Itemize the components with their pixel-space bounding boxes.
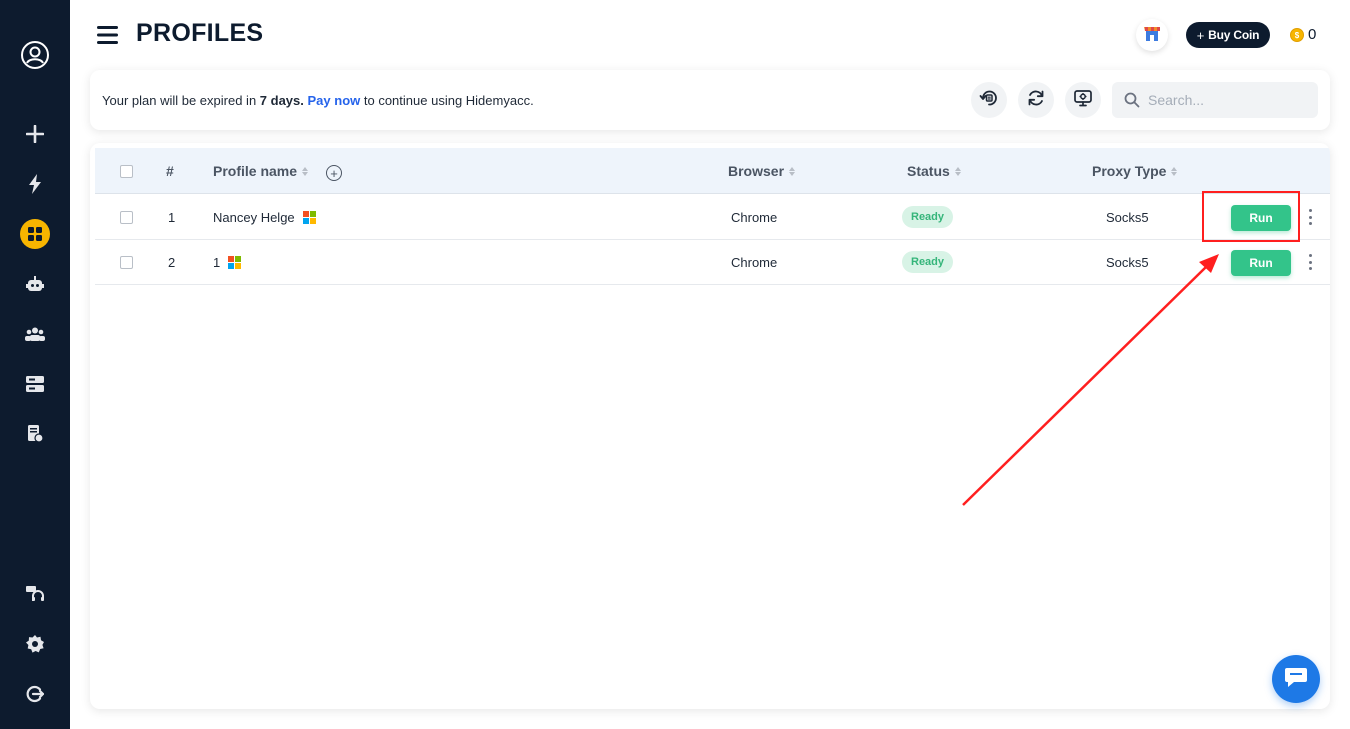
column-header-status[interactable]: Status — [907, 163, 961, 179]
status-badge: Ready — [902, 206, 954, 228]
search-input[interactable] — [1148, 92, 1298, 108]
coin-balance: 0 — [1308, 26, 1317, 43]
column-header-browser[interactable]: Browser — [728, 163, 796, 179]
proxy-type-header-label: Proxy Type — [1092, 163, 1167, 179]
windows-logo-icon — [302, 211, 316, 225]
proxy-type-cell: Socks5 — [1106, 255, 1149, 270]
sort-icon — [302, 166, 309, 176]
status-badge: Ready — [902, 251, 954, 273]
support-headset-icon[interactable] — [17, 576, 53, 612]
pay-now-link[interactable]: Pay now — [308, 93, 361, 108]
restore-profile-button[interactable] — [971, 82, 1007, 118]
sort-icon — [1171, 166, 1178, 176]
refresh-icon — [1026, 88, 1046, 113]
server-icon[interactable] — [17, 366, 53, 402]
sort-icon — [954, 166, 961, 176]
notice-suffix: to continue using Hidemyacc. — [360, 93, 534, 108]
hamburger-menu-icon[interactable] — [97, 25, 119, 45]
column-header-profile-name[interactable]: Profile name — [213, 163, 309, 179]
plan-expiry-notice: Your plan will be expired in 7 days. Pay… — [102, 93, 534, 108]
table-row[interactable]: 1 Nancey Helge Chrome Ready Socks5 Run — [95, 195, 1330, 240]
plus-icon: + — [1196, 27, 1205, 43]
search-box[interactable] — [1112, 82, 1318, 118]
row-index: 1 — [168, 210, 176, 225]
profile-name: Nancey Helge — [213, 210, 295, 225]
robot-icon[interactable] — [17, 266, 53, 302]
team-icon[interactable] — [17, 316, 53, 352]
browser-cell: Chrome — [731, 255, 778, 270]
plan-notice-bar: Your plan will be expired in 7 days. Pay… — [90, 70, 1330, 130]
profiles-table: # Profile name + Browser Status Proxy Ty… — [90, 143, 1330, 709]
profiles-grid-icon[interactable] — [17, 216, 53, 252]
row-index: 2 — [168, 255, 176, 270]
logout-icon[interactable] — [17, 676, 53, 712]
row-checkbox[interactable] — [120, 256, 133, 269]
search-icon — [1124, 92, 1140, 108]
invoice-icon[interactable] — [17, 416, 53, 452]
windows-logo-icon — [228, 256, 242, 270]
page-title: PROFILES — [136, 19, 264, 47]
browser-cell: Chrome — [731, 210, 778, 225]
account-avatar-icon[interactable] — [17, 37, 53, 73]
chat-bubble-icon — [1284, 666, 1308, 693]
run-button[interactable]: Run — [1231, 250, 1291, 276]
select-all-checkbox[interactable] — [120, 165, 133, 178]
table-header: # Profile name + Browser Status Proxy Ty… — [95, 148, 1330, 194]
create-profile-plus-icon[interactable] — [17, 116, 53, 152]
status-header-label: Status — [907, 163, 950, 179]
profile-name-header-label: Profile name — [213, 163, 298, 179]
profile-name-cell[interactable]: 1 — [213, 255, 242, 270]
chat-support-button[interactable] — [1272, 655, 1320, 703]
sort-icon — [789, 166, 796, 176]
add-column-plus-icon[interactable]: + — [326, 165, 342, 181]
profile-name: 1 — [213, 255, 221, 270]
coin-icon: $ — [1290, 28, 1304, 42]
notice-prefix: Your plan will be expired in — [102, 93, 260, 108]
column-header-index: # — [166, 163, 174, 179]
browser-header-label: Browser — [728, 163, 785, 179]
more-options-icon[interactable] — [1305, 207, 1315, 227]
store-button[interactable] — [1136, 19, 1168, 51]
sidebar — [0, 0, 70, 729]
table-row[interactable]: 2 1 Chrome Ready Socks5 Run — [95, 240, 1330, 285]
monitor-gear-icon — [1073, 88, 1093, 113]
annotation-highlight-box — [1202, 191, 1300, 242]
buy-coin-label: Buy Coin — [1208, 28, 1260, 42]
proxy-type-cell: Socks5 — [1106, 210, 1149, 225]
column-header-proxy-type[interactable]: Proxy Type — [1092, 163, 1178, 179]
notice-days: 7 days. — [259, 93, 304, 108]
buy-coin-button[interactable]: + Buy Coin — [1186, 22, 1270, 48]
screen-settings-button[interactable] — [1065, 82, 1101, 118]
profile-name-cell[interactable]: Nancey Helge — [213, 210, 316, 225]
history-restore-icon — [979, 88, 999, 113]
gear-icon[interactable] — [17, 626, 53, 662]
row-checkbox[interactable] — [120, 211, 133, 224]
lightning-icon[interactable] — [17, 166, 53, 202]
store-icon — [1143, 24, 1161, 47]
more-options-icon[interactable] — [1305, 252, 1315, 272]
refresh-button[interactable] — [1018, 82, 1054, 118]
